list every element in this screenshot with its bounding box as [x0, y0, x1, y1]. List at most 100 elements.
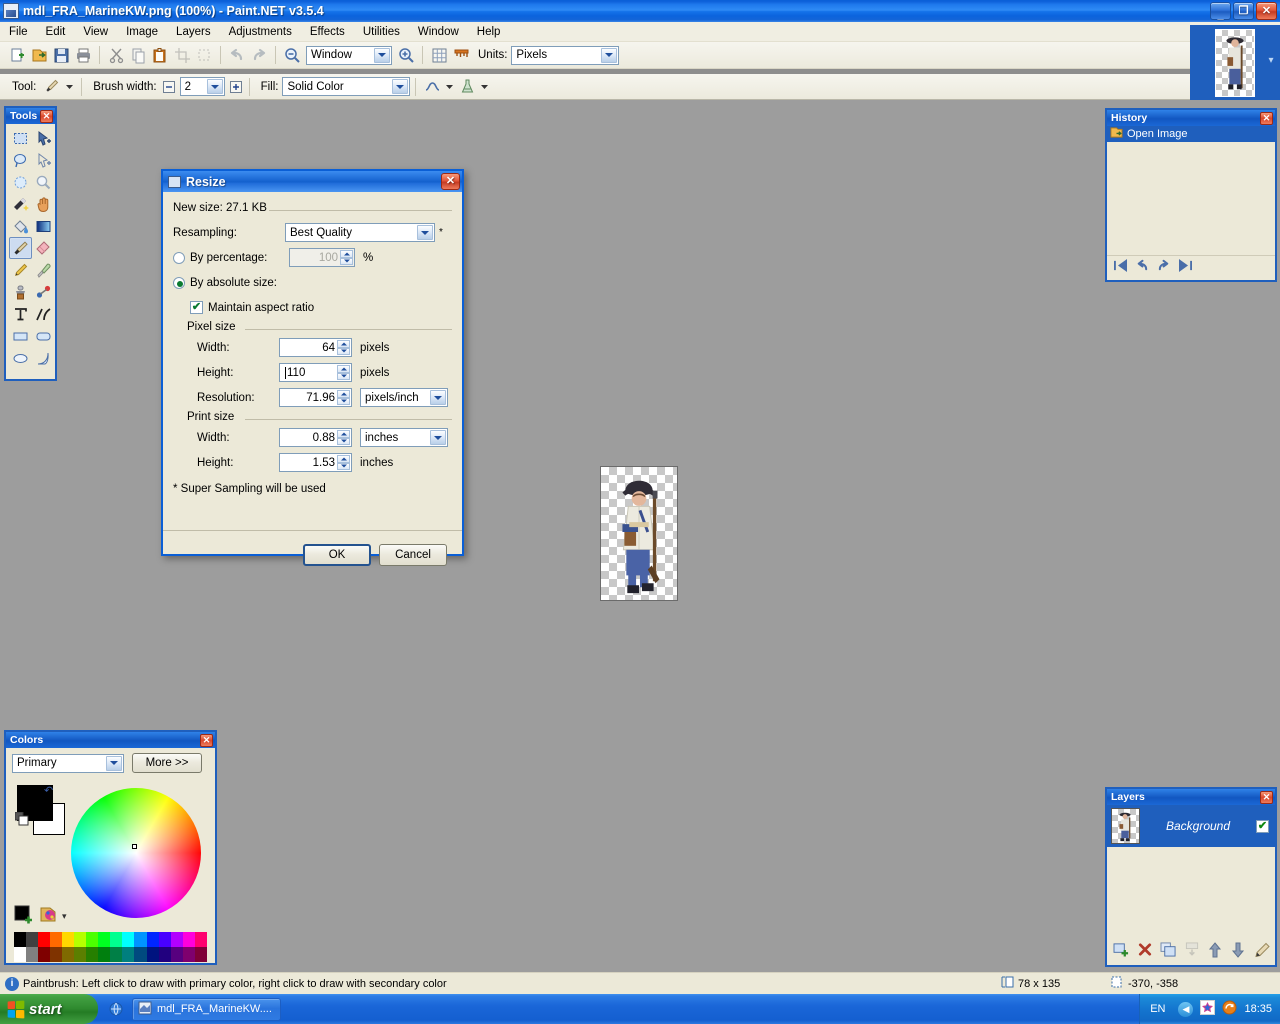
- gradient-tool[interactable]: [32, 215, 55, 237]
- resolution-spinner[interactable]: [337, 390, 350, 405]
- pencil-tool[interactable]: [9, 259, 32, 281]
- menu-view[interactable]: View: [74, 24, 117, 40]
- rewind-to-start-button[interactable]: [1113, 259, 1128, 275]
- close-icon[interactable]: ✕: [200, 734, 213, 747]
- open-icon[interactable]: [28, 44, 50, 66]
- color-swatch[interactable]: [147, 947, 159, 962]
- pixel-height-spinner[interactable]: [337, 365, 350, 380]
- image-canvas[interactable]: [600, 466, 678, 601]
- paintbrush-icon[interactable]: [40, 76, 62, 98]
- color-swatch[interactable]: [183, 932, 195, 947]
- maintain-aspect-checkbox[interactable]: ✔: [190, 301, 203, 314]
- save-icon[interactable]: [50, 44, 72, 66]
- blend-mode-flask-icon[interactable]: [456, 76, 478, 98]
- by-percentage-radio[interactable]: [173, 252, 185, 264]
- color-swatch[interactable]: [195, 932, 207, 947]
- print-width-input[interactable]: 0.88: [279, 428, 352, 447]
- rectangle-shape-tool[interactable]: [9, 325, 32, 347]
- color-swatch[interactable]: [14, 932, 26, 947]
- copy-icon[interactable]: [127, 44, 149, 66]
- color-swatch[interactable]: [86, 947, 98, 962]
- menu-edit[interactable]: Edit: [37, 24, 75, 40]
- clone-stamp-tool[interactable]: [9, 281, 32, 303]
- print-height-spinner[interactable]: [337, 455, 350, 470]
- ellipse-shape-tool[interactable]: [9, 347, 32, 369]
- history-list[interactable]: Open Image: [1107, 126, 1275, 256]
- reset-colors-icon[interactable]: [15, 812, 29, 826]
- menu-file[interactable]: File: [0, 24, 37, 40]
- color-swatch[interactable]: [62, 947, 74, 962]
- eraser-tool[interactable]: [32, 237, 55, 259]
- rulers-icon[interactable]: [450, 44, 472, 66]
- delete-layer-button[interactable]: [1137, 942, 1153, 960]
- grid-icon[interactable]: [428, 44, 450, 66]
- maximize-button[interactable]: ❐: [1233, 2, 1254, 20]
- more-button[interactable]: More >>: [132, 753, 202, 773]
- color-swatch[interactable]: [14, 947, 26, 962]
- menu-help[interactable]: Help: [468, 24, 510, 40]
- zoom-in-icon[interactable]: [395, 44, 417, 66]
- rectangle-select-tool[interactable]: [9, 127, 32, 149]
- color-swatch[interactable]: [159, 932, 171, 947]
- zoom-level-combo[interactable]: Window: [306, 46, 392, 65]
- chevron-down-icon[interactable]: [443, 76, 456, 98]
- color-swatch[interactable]: [38, 947, 50, 962]
- color-swatch[interactable]: [26, 932, 38, 947]
- taskbar-item[interactable]: mdl_FRA_MarineKW....: [132, 998, 281, 1021]
- tool-dropdown-icon[interactable]: [62, 76, 76, 98]
- color-mode-combo[interactable]: Primary: [12, 754, 124, 773]
- print-icon[interactable]: [72, 44, 94, 66]
- paintbrush-tool[interactable]: [9, 237, 32, 259]
- pixel-height-input[interactable]: 110: [279, 363, 352, 382]
- color-swatch[interactable]: [110, 947, 122, 962]
- by-absolute-row[interactable]: By absolute size:: [173, 271, 452, 294]
- chevron-down-icon[interactable]: [417, 225, 433, 240]
- color-picker-tool[interactable]: [32, 259, 55, 281]
- color-swatch[interactable]: [134, 947, 146, 962]
- color-swatch[interactable]: [183, 947, 195, 962]
- show-hidden-icons-icon[interactable]: ◀: [1178, 1002, 1193, 1017]
- move-selection-tool[interactable]: [32, 149, 55, 171]
- undo-button[interactable]: [1134, 259, 1150, 275]
- new-icon[interactable]: [6, 44, 28, 66]
- cancel-button[interactable]: Cancel: [379, 544, 447, 566]
- redo-button[interactable]: [1156, 259, 1172, 275]
- menu-adjustments[interactable]: Adjustments: [220, 24, 301, 40]
- move-selected-tool[interactable]: [32, 127, 55, 149]
- rounded-rectangle-tool[interactable]: [32, 325, 55, 347]
- antivirus-icon[interactable]: [1200, 1000, 1215, 1018]
- history-item[interactable]: Open Image: [1107, 126, 1275, 142]
- color-swatch[interactable]: [74, 947, 86, 962]
- resolution-units-combo[interactable]: pixels/inch: [360, 388, 448, 407]
- close-button[interactable]: ✕: [1256, 2, 1277, 20]
- zoom-tool[interactable]: [32, 171, 55, 193]
- print-width-spinner[interactable]: [337, 430, 350, 445]
- color-swatch[interactable]: [147, 932, 159, 947]
- browser-icon[interactable]: [108, 1001, 124, 1017]
- chevron-down-icon[interactable]: [601, 48, 617, 63]
- paint-bucket-tool[interactable]: [9, 215, 32, 237]
- color-swatch[interactable]: [134, 932, 146, 947]
- pixel-width-spinner[interactable]: [337, 340, 350, 355]
- percentage-input[interactable]: 100: [289, 248, 355, 267]
- line-curve-tool[interactable]: [32, 303, 55, 325]
- language-indicator[interactable]: EN: [1150, 1003, 1165, 1015]
- color-swatch[interactable]: [86, 932, 98, 947]
- units-combo[interactable]: Pixels: [511, 46, 619, 65]
- menu-image[interactable]: Image: [117, 24, 167, 40]
- freeform-shape-tool[interactable]: [32, 347, 55, 369]
- color-swatch[interactable]: [171, 932, 183, 947]
- color-swatch[interactable]: [50, 932, 62, 947]
- layer-properties-button[interactable]: [1253, 942, 1271, 961]
- resampling-combo[interactable]: Best Quality: [285, 223, 435, 242]
- color-wheel[interactable]: [71, 788, 201, 918]
- color-swatch[interactable]: [62, 932, 74, 947]
- add-layer-button[interactable]: [1113, 942, 1130, 960]
- brush-width-combo[interactable]: 2: [180, 77, 225, 96]
- layer-row[interactable]: Background ✔: [1107, 805, 1275, 847]
- redo-icon[interactable]: [248, 44, 270, 66]
- chevron-down-icon[interactable]: ▾: [62, 911, 67, 922]
- menu-effects[interactable]: Effects: [301, 24, 354, 40]
- maintain-aspect-row[interactable]: ✔ Maintain aspect ratio: [173, 296, 452, 319]
- minimize-button[interactable]: _: [1210, 2, 1231, 20]
